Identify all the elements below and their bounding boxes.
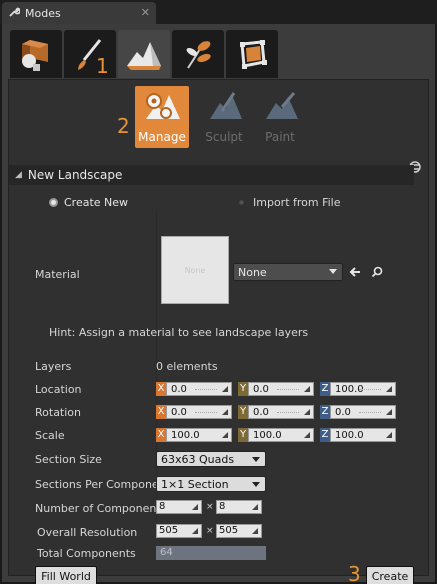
import-from-file-label: Import from File <box>253 196 341 209</box>
rotation-z-field[interactable]: Z 0.0 <box>320 405 396 419</box>
scale-label: Scale <box>35 429 65 442</box>
mode-tabs <box>10 30 280 78</box>
sections-per-component-label: Sections Per Compone <box>35 478 159 491</box>
layers-value: 0 elements <box>156 360 218 373</box>
material-combo[interactable]: None <box>233 263 343 281</box>
section-size-label: Section Size <box>35 453 102 466</box>
chevron-down-icon <box>329 269 337 274</box>
components-x-field[interactable]: 8 <box>156 500 202 514</box>
number-of-components-label: Number of Component <box>35 502 161 515</box>
landscape-mode-icon[interactable] <box>118 30 170 78</box>
window-title: Modes <box>25 6 61 20</box>
new-landscape-header[interactable]: ◢ New Landscape <box>9 165 414 185</box>
resolution-x-field[interactable]: 505 <box>156 524 202 538</box>
location-label: Location <box>35 383 82 396</box>
radio-selected-icon <box>49 198 58 207</box>
scale-y-field[interactable]: Y 100.0 <box>238 428 314 442</box>
times-sign: × <box>206 502 214 512</box>
material-label: Material <box>35 268 80 281</box>
scale-x-field[interactable]: X 100.0 <box>156 428 232 442</box>
sections-per-component-value: 1×1 Section <box>161 477 229 491</box>
wrench-icon <box>8 6 21 21</box>
sections-per-component-combo[interactable]: 1×1 Section <box>156 476 266 492</box>
manage-label: Manage <box>138 130 186 144</box>
resolution-y-field[interactable]: 505 <box>216 524 262 538</box>
scale-y-value[interactable]: 100.0 <box>248 428 314 442</box>
location-z-value[interactable]: 100.0 <box>330 382 396 396</box>
location-x-value[interactable]: 0.0 <box>166 382 232 396</box>
geometry-mode-icon[interactable] <box>226 30 278 78</box>
total-components-label: Total Components <box>37 547 136 560</box>
thumbnail-text: None <box>184 265 206 275</box>
rotation-label: Rotation <box>35 406 82 419</box>
section-size-combo[interactable]: 63x63 Quads <box>156 451 266 467</box>
chevron-down-icon <box>252 482 260 487</box>
create-button[interactable]: Create <box>366 566 414 584</box>
sculpt-tool-button[interactable]: Sculpt <box>197 86 251 148</box>
close-icon[interactable]: ✕ <box>141 6 150 19</box>
place-mode-icon[interactable] <box>10 30 62 78</box>
location-x-field[interactable]: X 0.0 <box>156 382 232 396</box>
rotation-x-value[interactable]: 0.0 <box>166 405 232 419</box>
modes-panel: 1 2 Manage Sculpt Paint ◢ New Landscape … <box>2 24 435 584</box>
location-y-field[interactable]: Y 0.0 <box>238 382 314 396</box>
layers-label: Layers <box>35 360 72 373</box>
modes-tab[interactable]: Modes ✕ <box>2 2 156 24</box>
manage-tool-button[interactable]: Manage <box>135 86 189 148</box>
scale-x-value[interactable]: 100.0 <box>166 428 232 442</box>
scale-z-field[interactable]: Z 100.0 <box>320 428 396 442</box>
location-z-field[interactable]: Z 100.0 <box>320 382 396 396</box>
rotation-y-value[interactable]: 0.0 <box>248 405 314 419</box>
use-selected-arrow-icon[interactable] <box>349 266 361 281</box>
title-bar: Modes ✕ <box>0 0 437 24</box>
create-new-radio[interactable]: Create New <box>49 196 128 209</box>
annotation-1: 1 <box>96 54 109 78</box>
total-components-value: 64 <box>156 546 266 560</box>
landscape-panel: 2 Manage Sculpt Paint ◢ New Landscape Cr… <box>8 79 429 584</box>
section-title: New Landscape <box>27 168 123 182</box>
scale-z-value[interactable]: 100.0 <box>330 428 396 442</box>
section-size-value: 63x63 Quads <box>161 452 235 466</box>
create-new-label: Create New <box>64 196 129 209</box>
paint-label: Paint <box>265 130 295 144</box>
rotation-z-value[interactable]: 0.0 <box>330 405 396 419</box>
material-combo-value: None <box>238 265 267 279</box>
annotation-2: 2 <box>117 114 130 138</box>
chevron-down-icon <box>252 457 260 462</box>
rotation-x-field[interactable]: X 0.0 <box>156 405 232 419</box>
collapse-arrow-icon: ◢ <box>15 170 22 180</box>
material-thumbnail[interactable]: None <box>161 236 229 304</box>
overall-resolution-label: Overall Resolution <box>37 526 138 539</box>
browse-search-icon[interactable] <box>371 266 383 281</box>
annotation-3: 3 <box>348 562 361 584</box>
components-y-field[interactable]: 8 <box>216 500 262 514</box>
paint-tool-button[interactable]: Paint <box>253 86 307 148</box>
location-y-value[interactable]: 0.0 <box>248 382 314 396</box>
fill-world-button[interactable]: Fill World <box>35 566 97 584</box>
sculpt-label: Sculpt <box>205 130 243 144</box>
rotation-y-field[interactable]: Y 0.0 <box>238 405 314 419</box>
import-from-file-radio[interactable]: Import from File <box>239 196 341 209</box>
times-sign: × <box>206 526 214 536</box>
foliage-mode-icon[interactable] <box>172 30 224 78</box>
radio-unselected-icon <box>239 200 244 205</box>
hint-text: Hint: Assign a material to see landscape… <box>49 326 309 339</box>
